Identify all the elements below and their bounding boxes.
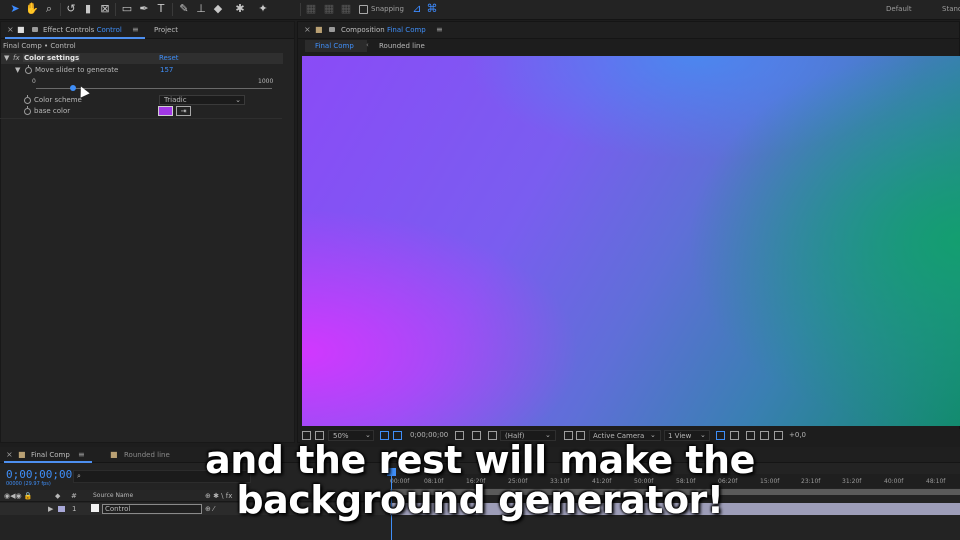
close-icon[interactable]: × (304, 25, 311, 34)
rectangle-tool-icon[interactable]: ▭ (120, 2, 134, 16)
composition-icon: ■ (18, 450, 26, 459)
disclosure-triangle-icon[interactable]: ▼ (15, 66, 20, 74)
local-axis-icon[interactable]: ▦ (304, 2, 318, 16)
workspace-default[interactable]: Default (886, 5, 912, 13)
snap-options-icon[interactable]: ⊿ (410, 2, 424, 16)
effect-controls-panel: × ■ Effect Controls Control ≡ Project Fi… (0, 21, 295, 443)
puppet-pin-tool-icon[interactable]: ✦ (256, 2, 270, 16)
search-icon: ⌕ (77, 472, 81, 480)
slider-max-label: 1000 (258, 78, 274, 85)
rotate-tool-icon[interactable]: ↺ (64, 2, 78, 16)
lock-icon[interactable] (329, 27, 335, 32)
close-icon[interactable]: × (7, 25, 14, 34)
flowchart-icon[interactable] (760, 431, 769, 440)
eyedropper-icon[interactable]: ⇥ (176, 106, 191, 116)
roto-brush-tool-icon[interactable]: ✱ (233, 2, 247, 16)
stopwatch-icon[interactable] (24, 106, 31, 115)
toolbar-divider (300, 3, 301, 16)
ruler-tick: 31:20f (842, 478, 862, 485)
toolbar: ➤ ✋ ⌕ ↺ ▮ ⊠ ▭ ✒ T ✎ ⊥ ◆ ✱ ✦ ▦ ▦ ▦ Snappi… (0, 0, 960, 20)
divider (0, 118, 282, 119)
ruler-tick: 48:10f (926, 478, 946, 485)
composition-icon: ■ (315, 25, 323, 34)
slider-min-label: 0 (32, 78, 36, 85)
frame-rate-label: 00000 (29.97 fps) (6, 481, 51, 487)
tab-effect-controls-layer: Control (96, 26, 122, 34)
stopwatch-icon[interactable] (24, 95, 31, 104)
layer-index: 1 (72, 505, 77, 513)
panel-menu-icon[interactable]: ≡ (132, 25, 139, 34)
breadcrumb: Final Comp • Control (3, 42, 76, 50)
snapping-checkbox[interactable] (359, 5, 368, 14)
close-icon[interactable]: × (6, 450, 13, 459)
solid-layer-icon (91, 504, 99, 512)
effect-controls-tabs: × ■ Effect Controls Control ≡ Project (1, 22, 294, 39)
color-scheme-label: Color scheme (34, 96, 82, 104)
pen-tool-icon[interactable]: ✒ (137, 2, 151, 16)
base-color-label: base color (34, 107, 71, 115)
composition-viewer[interactable] (302, 56, 960, 426)
tab-composition-name: Final Comp (386, 26, 426, 34)
zoom-tool-icon[interactable]: ⌕ (42, 2, 56, 16)
panel-icon: ■ (17, 25, 25, 34)
label-column-icon: ◆ (55, 492, 61, 500)
nav-rounded-line[interactable]: Rounded line (379, 42, 425, 50)
eraser-tool-icon[interactable]: ◆ (211, 2, 225, 16)
color-scheme-dropdown[interactable]: Triadic ⌄ (159, 95, 245, 105)
slider-label: Move slider to generate (35, 66, 119, 74)
chevron-down-icon: ⌄ (235, 96, 241, 104)
tab-project[interactable]: Project (154, 26, 178, 34)
snapping-label: Snapping (371, 5, 404, 13)
av-switches-icon: ◉◀◉ 🔒 (4, 492, 33, 500)
nav-final-comp[interactable]: Final Comp (305, 40, 367, 52)
caption-line-2: background generator! (236, 478, 724, 522)
type-tool-icon[interactable]: T (154, 2, 168, 16)
clone-stamp-tool-icon[interactable]: ⊥ (194, 2, 208, 16)
workspace-standard[interactable]: Stand (942, 5, 960, 13)
hand-tool-icon[interactable]: ✋ (25, 2, 39, 16)
panel-menu-icon[interactable]: ≡ (78, 450, 85, 459)
toolbar-divider (172, 3, 173, 16)
tab-composition[interactable]: Composition Final Comp (341, 26, 426, 34)
stopwatch-icon[interactable] (25, 65, 32, 74)
world-axis-icon[interactable]: ▦ (322, 2, 336, 16)
index-column-header: # (71, 492, 77, 500)
effect-name[interactable]: Color settings (23, 54, 81, 62)
toolbar-divider (115, 3, 116, 16)
active-tab-indicator (4, 461, 92, 463)
selection-tool-icon[interactable]: ➤ (8, 2, 22, 16)
ruler-tick: 40:00f (884, 478, 904, 485)
caption-line-1: and the rest will make the (205, 438, 755, 482)
base-color-swatch[interactable] (158, 106, 173, 116)
lock-icon[interactable] (32, 27, 38, 32)
slider-value[interactable]: 157 (160, 66, 173, 74)
disclosure-triangle-icon[interactable]: ▼ (4, 54, 9, 62)
panel-menu-icon[interactable]: ≡ (436, 25, 443, 34)
toolbar-divider (60, 3, 61, 16)
composition-icon: ■ (110, 450, 118, 459)
camera-tool-icon[interactable]: ▮ (81, 2, 95, 16)
layer-label-color[interactable] (58, 506, 65, 512)
composition-tabs: × ■ Composition Final Comp ≡ (298, 22, 959, 39)
brush-tool-icon[interactable]: ✎ (177, 2, 191, 16)
expand-triangle-icon[interactable]: ▶ (48, 505, 53, 513)
exposure-reset-icon[interactable] (774, 431, 783, 440)
reset-button[interactable]: Reset (159, 54, 179, 62)
tab-effect-controls[interactable]: Effect Controls Control (43, 26, 122, 34)
pan-behind-tool-icon[interactable]: ⊠ (98, 2, 112, 16)
active-tab-indicator (5, 37, 145, 39)
video-caption: and the rest will make the background ge… (120, 440, 840, 520)
current-time-display[interactable]: 0;00;00;00 (6, 468, 72, 481)
tab-composition-label: Composition (341, 26, 385, 34)
chevron-left-icon: ‹ (366, 41, 369, 49)
tab-effect-controls-label: Effect Controls (43, 26, 95, 34)
tab-final-comp[interactable]: Final Comp (31, 451, 70, 459)
color-scheme-value: Triadic (164, 96, 187, 104)
view-axis-icon[interactable]: ▦ (339, 2, 353, 16)
snap-features-icon[interactable]: ⌘ (425, 2, 439, 16)
exposure-value[interactable]: +0,0 (789, 431, 806, 439)
fx-icon[interactable]: fx (13, 54, 20, 62)
